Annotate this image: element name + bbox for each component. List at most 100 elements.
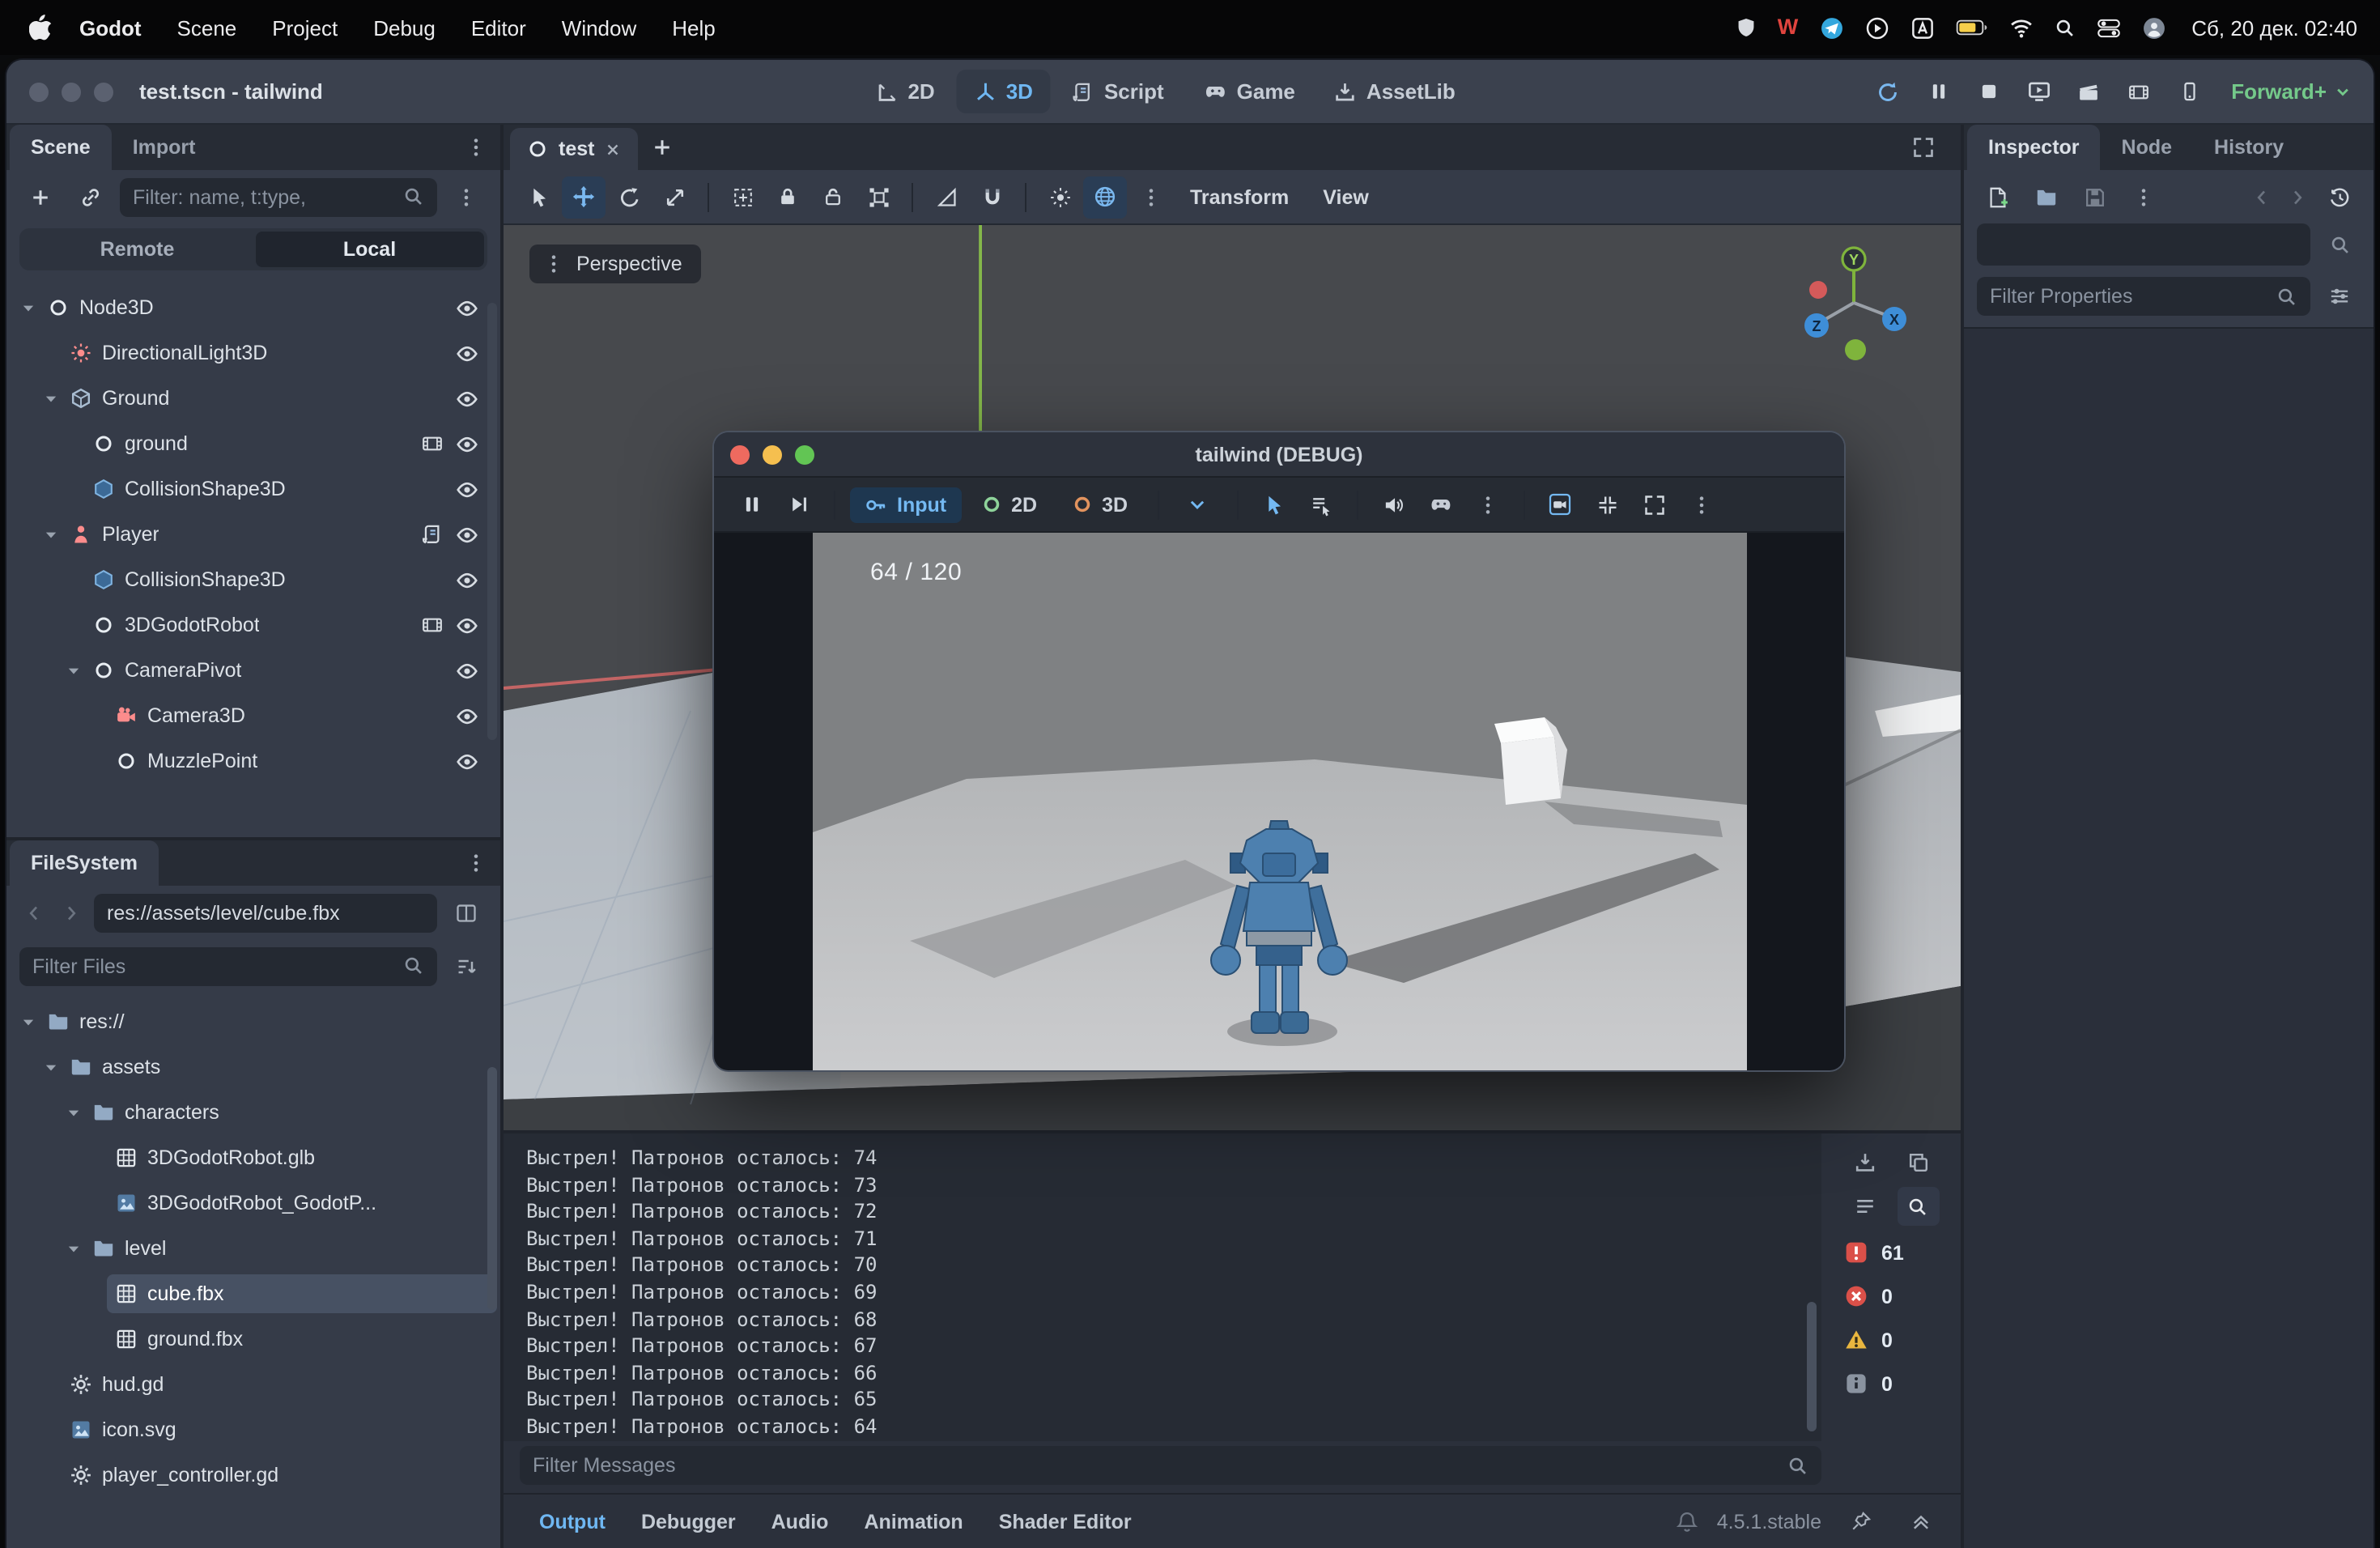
scene-node-player[interactable]: Player [6,512,500,557]
eye-icon[interactable] [455,704,479,728]
box-select-button[interactable] [720,176,764,218]
gizmo-x-negative[interactable] [1809,281,1827,299]
collapse-arrow-icon[interactable] [62,1104,84,1121]
errors-count-badge[interactable]: 0 [1844,1274,1938,1318]
pause-game-button[interactable] [1917,72,1959,111]
lock-node-button[interactable] [766,176,810,218]
minimize-window-button[interactable] [763,444,782,464]
close-window-button[interactable] [730,444,750,464]
local-tab[interactable]: Local [255,232,484,267]
filter-messages-input[interactable] [520,1446,1821,1485]
collapse-arrow-icon[interactable] [62,1240,84,1257]
resource-picker[interactable] [1977,223,2310,266]
movie-writer-button[interactable] [2068,72,2110,111]
renderer-dropdown[interactable]: Forward+ [2231,79,2351,104]
embed-options-dropdown[interactable] [1173,485,1222,524]
tab-inspector[interactable]: Inspector [1967,125,2101,170]
errors-warnings-count-badge[interactable]: 61 [1844,1231,1938,1274]
inspector-forward-button[interactable] [2283,177,2312,216]
scene-node-camera3d[interactable]: Camera3D [6,693,500,738]
warnings-count-badge[interactable]: 0 [1844,1318,1938,1362]
select-tool-button[interactable] [516,176,560,218]
scene-node-directionallight3d[interactable]: DirectionalLight3D [6,330,500,376]
new-resource-button[interactable] [1977,177,2019,216]
eye-icon[interactable] [455,522,479,546]
movie-icon[interactable] [421,614,444,636]
workspace-tab-3d[interactable]: 3D [956,70,1051,113]
save-resource-button[interactable] [2074,177,2116,216]
collapse-arrow-icon[interactable] [16,1013,39,1031]
debug-more-button[interactable] [1680,485,1722,524]
view-gizmo[interactable]: Y X Z [1792,241,1915,364]
scene-filter-input[interactable] [120,177,437,216]
camera-3d-button[interactable]: 3D [1056,487,1142,522]
fs-item-3dgodotrobot-godotp[interactable]: 3DGodotRobot_GodotP... [6,1180,500,1226]
debug-node-list-button[interactable] [1299,485,1341,524]
filter-properties-input[interactable] [1977,277,2310,316]
bottom-tab-output[interactable]: Output [523,1502,622,1541]
spotlight-icon[interactable] [2054,17,2075,38]
save-output-button[interactable] [1843,1143,1885,1182]
workspace-tab-assetlib[interactable]: AssetLib [1316,70,1473,113]
close-tab-icon[interactable] [604,140,622,158]
collapse-arrow-icon[interactable] [39,389,62,407]
collapse-arrow-icon[interactable] [62,661,84,679]
eye-icon[interactable] [455,613,479,637]
menu-window[interactable]: Window [544,15,655,40]
scale-tool-button[interactable] [652,176,696,218]
debug-pause-button[interactable] [730,485,772,524]
object-options-button[interactable] [2318,225,2361,264]
eye-icon[interactable] [455,432,479,456]
debug-select-button[interactable] [1252,485,1294,524]
scene-node-collisionshape3d[interactable]: CollisionShape3D [6,557,500,602]
menu-scene[interactable]: Scene [159,15,255,40]
user-avatar-icon[interactable] [2141,15,2165,40]
menu-help[interactable]: Help [654,15,733,40]
remote-tab[interactable]: Remote [23,232,252,267]
snap-toggle-button[interactable] [970,176,1014,218]
fs-item-hud-gd[interactable]: hud.gd [6,1362,500,1407]
debug-options-button[interactable] [1466,485,1508,524]
group-node-button[interactable] [856,176,900,218]
tab-import[interactable]: Import [112,125,217,170]
fs-item-icon-svg[interactable]: icon.svg [6,1407,500,1452]
expand-bottom-panel-button[interactable] [1899,1502,1941,1541]
fs-item-assets[interactable]: assets [6,1044,500,1090]
menu-editor[interactable]: Editor [453,15,544,40]
movie-icon[interactable] [421,432,444,455]
control-center-icon[interactable] [2096,15,2120,40]
scene-node-ground[interactable]: Ground [6,376,500,421]
remote-deploy-button[interactable] [2168,72,2210,111]
messages-count-badge[interactable]: 0 [1844,1362,1938,1406]
inspector-back-button[interactable] [2247,177,2276,216]
scene-tree-menu-button[interactable] [445,177,487,216]
red-app-icon[interactable]: W [1778,17,1799,39]
maximize-viewport-button[interactable] [1902,128,1944,167]
script-icon[interactable] [421,523,444,546]
camera-override-button[interactable] [1539,485,1581,524]
filter-messages-field[interactable] [533,1454,1778,1477]
menu-godot[interactable]: Godot [62,15,159,40]
fs-path-field[interactable] [107,901,424,924]
workspace-tab-script[interactable]: Script [1054,70,1182,113]
environment-preview-button[interactable] [1083,176,1127,218]
transform-menu[interactable]: Transform [1174,185,1305,208]
add-scene-tab-button[interactable] [641,128,683,167]
fs-item-level[interactable]: level [6,1226,500,1271]
sun-preview-button[interactable] [1038,176,1082,218]
telegram-icon[interactable] [1819,15,1843,40]
ruler-tool-button[interactable] [924,176,968,218]
shrink-view-button[interactable] [1586,485,1628,524]
filesystem-dock-menu-button[interactable] [458,844,494,882]
eye-icon[interactable] [455,658,479,683]
game-debug-window[interactable]: tailwind (DEBUG) Input 2D 3D [714,432,1844,1070]
fs-filter-input[interactable] [19,946,437,985]
load-resource-button[interactable] [2025,177,2068,216]
scene-tab-test[interactable]: test [510,128,638,170]
bottom-tab-animation[interactable]: Animation [848,1502,979,1541]
view-menu[interactable]: View [1307,185,1385,208]
move-tool-button[interactable] [562,176,606,218]
property-filter-button[interactable] [2318,277,2361,316]
camera-2d-button[interactable]: 2D [966,487,1052,522]
eye-icon[interactable] [455,341,479,365]
